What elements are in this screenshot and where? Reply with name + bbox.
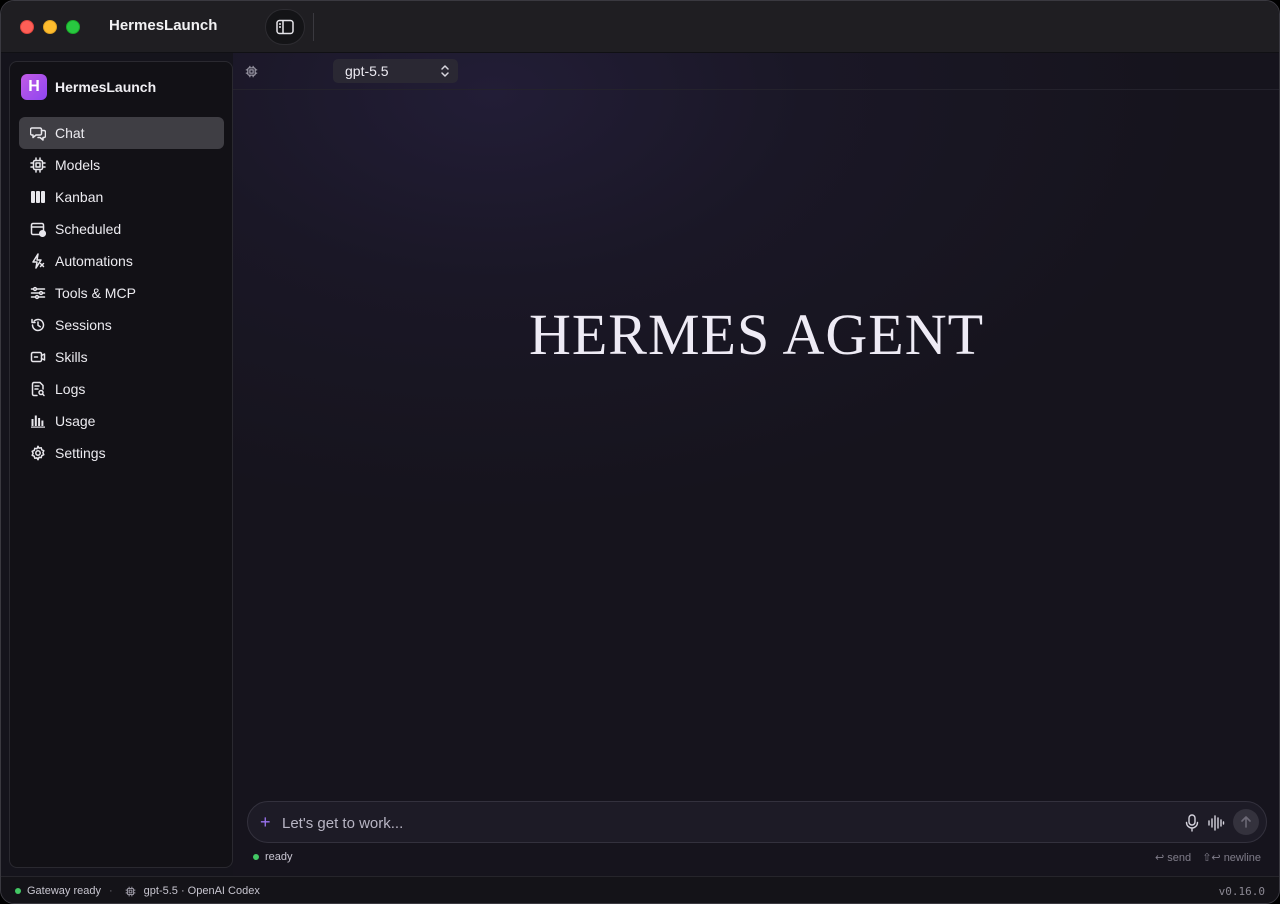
sidebar-item-usage[interactable]: Usage <box>19 405 224 437</box>
history-icon <box>29 316 47 334</box>
newline-hint: ⇧↩ newline <box>1202 852 1261 864</box>
keyboard-hints: ↩ send ⇧↩ newline <box>1147 851 1261 864</box>
separator: · <box>108 885 113 897</box>
kanban-icon <box>29 188 47 206</box>
sidebar-nav: Chat Models Kanban Scheduled Automations… <box>19 117 224 469</box>
sidebar-toggle-button[interactable] <box>265 9 305 45</box>
sidebar-item-label: Usage <box>55 413 96 429</box>
send-button[interactable] <box>1233 809 1259 835</box>
chat-topbar: gpt-5.5 <box>233 53 1279 90</box>
chip-icon <box>245 65 258 78</box>
gear-icon <box>29 444 47 462</box>
bar-chart-icon <box>29 412 47 430</box>
sidebar-item-kanban[interactable]: Kanban <box>19 181 224 213</box>
model-selector[interactable]: gpt-5.5 <box>333 59 458 83</box>
chip-icon <box>29 156 47 174</box>
composer-status-text: ready <box>265 851 293 863</box>
model-selector-value: gpt-5.5 <box>345 63 389 79</box>
sidebar-item-label: Settings <box>55 445 106 461</box>
gateway-status: Gateway ready <box>27 885 101 897</box>
zoom-window-button[interactable] <box>66 20 80 34</box>
microphone-icon[interactable] <box>1184 814 1200 832</box>
composer-status: ready <box>253 851 293 863</box>
skill-icon <box>29 348 47 366</box>
send-hint: ↩ send <box>1155 852 1192 864</box>
main-panel: gpt-5.5 HERMES AGENT + Let's get to work… <box>233 53 1279 876</box>
sidebar-item-scheduled[interactable]: Scheduled <box>19 213 224 245</box>
status-dot <box>253 854 259 860</box>
voice-waveform-icon[interactable] <box>1207 814 1225 832</box>
message-composer: + <box>247 801 1267 843</box>
sidebar-item-sessions[interactable]: Sessions <box>19 309 224 341</box>
sliders-icon <box>29 284 47 302</box>
chevron-up-down-icon <box>441 65 449 77</box>
sidebar-item-label: Logs <box>55 381 86 397</box>
sidebar-item-label: Sessions <box>55 317 112 333</box>
sidebar-item-logs[interactable]: Logs <box>19 373 224 405</box>
add-attachment-button[interactable]: + <box>260 812 271 832</box>
sidebar-item-label: Kanban <box>55 189 104 205</box>
app-version: v0.16.0 <box>1218 885 1265 898</box>
log-icon <box>29 380 47 398</box>
gateway-status-dot <box>15 888 21 894</box>
close-window-button[interactable] <box>20 20 34 34</box>
message-input[interactable] <box>282 811 1162 835</box>
sidebar-item-settings[interactable]: Settings <box>19 437 224 469</box>
sidebar-item-skills[interactable]: Skills <box>19 341 224 373</box>
sidebar-item-label: Tools & MCP <box>55 285 136 301</box>
bolt-icon <box>29 252 47 270</box>
sidebar: H HermesLaunch Chat Models Kanban Schedu… <box>9 61 233 868</box>
sidebar-item-label: Chat <box>55 125 85 141</box>
sidebar-item-label: Scheduled <box>55 221 122 237</box>
calendar-clock-icon <box>29 220 47 238</box>
arrow-up-icon <box>1241 816 1251 828</box>
sidebar-item-tools-mcp[interactable]: Tools & MCP <box>19 277 224 309</box>
chat-icon <box>29 124 47 142</box>
hero-title: HERMES AGENT <box>528 302 985 367</box>
sidebar-item-label: Automations <box>55 253 133 269</box>
brand-name: HermesLaunch <box>55 79 157 95</box>
window-title: HermesLaunch <box>109 17 218 34</box>
sidebar-item-label: Models <box>55 157 101 173</box>
brand-logo: H <box>21 74 47 100</box>
sidebar-toggle-icon <box>276 19 294 35</box>
brand[interactable]: H HermesLaunch <box>21 74 156 100</box>
chip-icon <box>125 886 135 896</box>
title-divider <box>313 13 314 41</box>
sidebar-item-chat[interactable]: Chat <box>19 117 224 149</box>
status-bar: Gateway ready · gpt-5.5 · OpenAI Codex v… <box>1 876 1279 903</box>
model-info[interactable]: gpt-5.5 · OpenAI Codex <box>144 885 260 897</box>
app-window: HermesLaunch H HermesLaunch Chat Models … <box>0 0 1280 904</box>
title-bar: HermesLaunch <box>1 1 1279 53</box>
sidebar-item-label: Skills <box>55 349 88 365</box>
sidebar-item-automations[interactable]: Automations <box>19 245 224 277</box>
sidebar-item-models[interactable]: Models <box>19 149 224 181</box>
minimize-window-button[interactable] <box>43 20 57 34</box>
